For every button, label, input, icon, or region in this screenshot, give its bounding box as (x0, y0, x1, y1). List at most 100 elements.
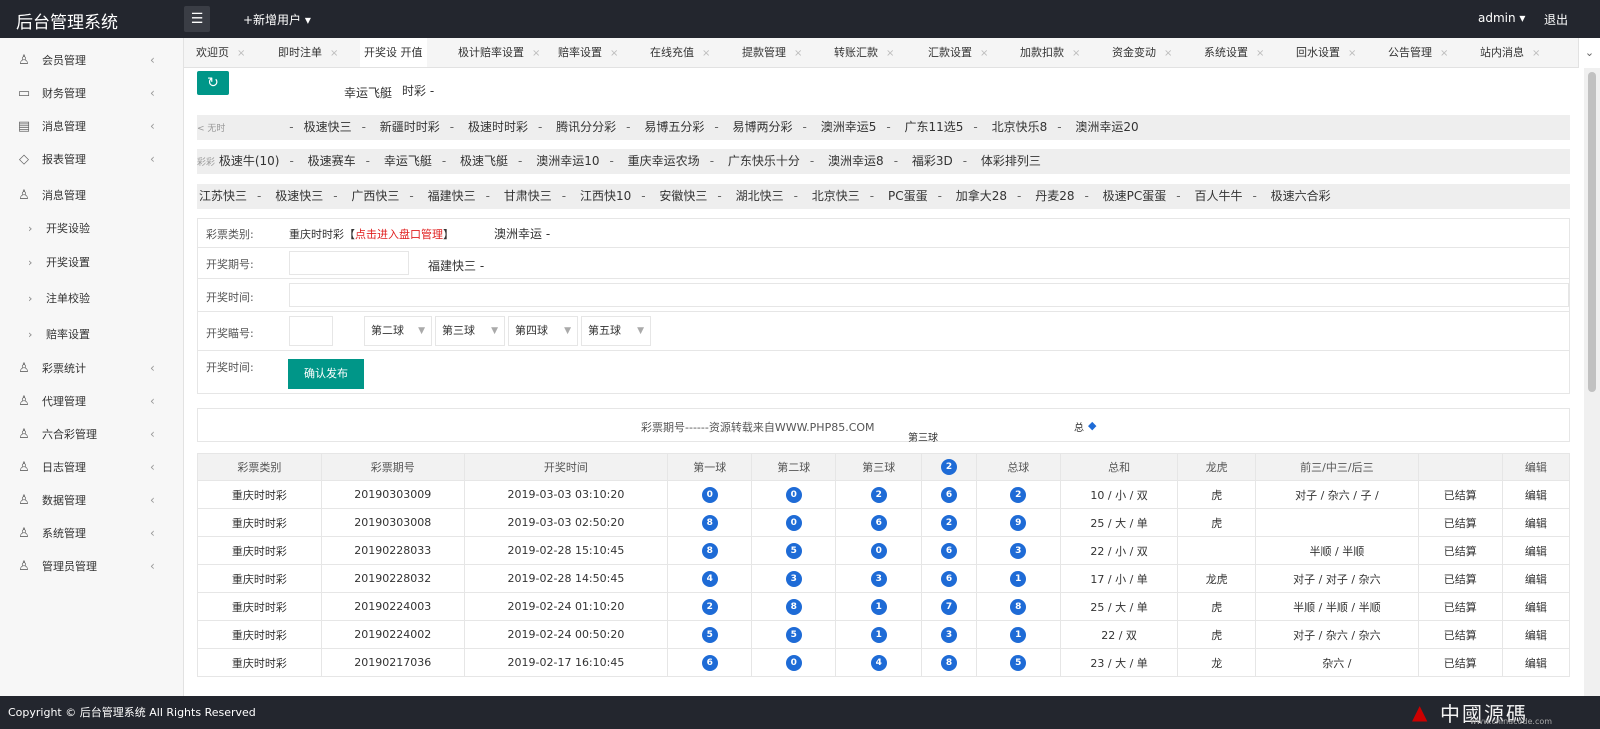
lottery-link[interactable]: 江苏快三 (199, 189, 247, 203)
sidebar-item-system[interactable]: ♙ 系统管理 ‹ (0, 517, 184, 550)
scrollbar[interactable] (1584, 68, 1600, 696)
tab-inbox[interactable]: 站内消息 × (1480, 38, 1540, 67)
publish-button[interactable]: 确认发布 (288, 359, 364, 389)
sidebar-item-agent[interactable]: ♙ 代理管理 ‹ (0, 385, 184, 418)
lottery-link[interactable]: 澳洲幸运20 (1075, 120, 1138, 134)
lottery-manage-link[interactable]: 点击进入盘口管理 (355, 228, 443, 241)
edit-link[interactable]: 编辑 (1501, 536, 1571, 565)
close-icon[interactable]: × (980, 48, 988, 59)
sidebar-item-message2[interactable]: ♙ 消息管理 (0, 179, 184, 212)
lottery-link[interactable]: 北京快三 (812, 189, 860, 203)
lottery-link[interactable]: 广东11选5 (905, 120, 964, 134)
tab-remit-setting[interactable]: 汇款设置 × (928, 38, 988, 67)
lottery-link[interactable]: 幸运飞艇 (384, 154, 432, 168)
lottery-link[interactable]: 广西快三 (351, 189, 399, 203)
close-icon[interactable]: × (794, 48, 802, 59)
tab-notice[interactable]: 公告管理 × (1388, 38, 1448, 67)
close-icon[interactable]: × (886, 48, 894, 59)
tab-welcome[interactable]: 欢迎页 × (196, 38, 245, 67)
lottery-link[interactable]: PC蛋蛋 (888, 189, 928, 203)
sidebar-sub-item[interactable]: › 注单校验 (0, 281, 184, 317)
lottery-link[interactable]: 极速赛车 (308, 154, 356, 168)
edit-link[interactable]: 编辑 (1501, 620, 1571, 649)
tab-rebate[interactable]: 回水设置 × (1296, 38, 1356, 67)
edit-link[interactable]: 编辑 (1501, 508, 1571, 537)
lottery-link[interactable]: 极速牛(10) (219, 154, 280, 168)
tab-limit-odds[interactable]: 极计赔率设置 × (458, 38, 540, 67)
tab-withdraw[interactable]: 提款管理 × (742, 38, 802, 67)
tab-draw-setting[interactable]: 开奖设 开值 (360, 38, 427, 67)
lottery-link[interactable]: 极速快三 (304, 120, 352, 134)
lottery-link[interactable]: 极速六合彩 (1271, 189, 1331, 203)
lottery-link[interactable]: 湖北快三 (736, 189, 784, 203)
sidebar-item-log[interactable]: ♙ 日志管理 ‹ (0, 451, 184, 484)
lottery-link[interactable]: 丹麦28 (1035, 189, 1074, 203)
close-icon[interactable]: × (1256, 48, 1264, 59)
lottery-link[interactable]: 加拿大28 (956, 189, 1007, 203)
close-icon[interactable]: × (610, 48, 618, 59)
menu-toggle-icon[interactable]: ☰ (184, 6, 210, 32)
lottery-link[interactable]: 极速快三 (275, 189, 323, 203)
close-icon[interactable]: × (702, 48, 710, 59)
tab-dropdown-icon[interactable]: ⌄ (1578, 38, 1600, 68)
tab-odds[interactable]: 赔率设置 × (558, 38, 618, 67)
close-icon[interactable]: × (330, 48, 338, 59)
tab-instant-bets[interactable]: 即时注单 × (278, 38, 338, 67)
tab-system-setting[interactable]: 系统设置 × (1204, 38, 1264, 67)
second-ball-select[interactable]: 第二球 ▼ (364, 316, 432, 346)
close-icon[interactable]: × (237, 48, 245, 59)
refresh-icon[interactable]: ↻ (197, 71, 229, 95)
period-input[interactable] (289, 251, 409, 275)
lottery-link[interactable]: 澳洲幸运10 (536, 154, 599, 168)
close-icon[interactable]: × (1072, 48, 1080, 59)
time-input[interactable] (289, 283, 1569, 307)
lottery-link[interactable]: 极速时时彩 (468, 120, 528, 134)
edit-link[interactable]: 编辑 (1501, 648, 1571, 677)
first-ball-select[interactable] (289, 316, 333, 346)
tab-transfer[interactable]: 转账汇款 × (834, 38, 894, 67)
sidebar-item-admin[interactable]: ♙ 管理员管理 ‹ (0, 550, 184, 583)
fourth-ball-select[interactable]: 第四球 ▼ (508, 316, 578, 346)
fifth-ball-select[interactable]: 第五球 ▼ (581, 316, 651, 346)
third-ball-select[interactable]: 第三球 ▼ (435, 316, 505, 346)
lottery-link[interactable]: 澳洲幸运5 (821, 120, 877, 134)
period-search-input[interactable] (883, 413, 1003, 437)
lottery-link[interactable]: 安徽快三 (659, 189, 707, 203)
lottery-link[interactable]: 广东快乐十分 (728, 154, 800, 168)
edit-link[interactable]: 编辑 (1501, 564, 1571, 593)
user-menu[interactable]: admin ▾ (1478, 11, 1525, 25)
lottery-link[interactable]: 福彩3D (912, 154, 953, 168)
search-icon[interactable]: ◆ (1088, 419, 1096, 432)
close-icon[interactable]: × (1164, 48, 1172, 59)
lottery-link[interactable]: 福建快三 (428, 189, 476, 203)
close-icon[interactable]: × (532, 48, 540, 59)
lottery-link[interactable]: 江西快10 (580, 189, 631, 203)
tab-fund-change[interactable]: 资金变动 × (1112, 38, 1172, 67)
tab-deposit[interactable]: 在线充值 × (650, 38, 710, 67)
close-icon[interactable]: × (1440, 48, 1448, 59)
sidebar-item-finance[interactable]: ▭ 财务管理 ‹ (0, 77, 184, 110)
tab-adjust[interactable]: 加款扣款 × (1020, 38, 1080, 67)
lottery-link[interactable]: 腾讯分分彩 (556, 120, 616, 134)
lottery-link[interactable]: 极速PC蛋蛋 (1103, 189, 1167, 203)
lottery-link[interactable]: 易博两分彩 (733, 120, 793, 134)
lottery-link[interactable]: 百人牛牛 (1194, 189, 1242, 203)
sidebar-sub-item[interactable]: › 开奖设置 (0, 245, 184, 281)
lottery-link[interactable]: 澳洲幸运8 (828, 154, 884, 168)
sidebar-sub-item[interactable]: › 赔率设置 (0, 317, 184, 353)
sidebar-item-report[interactable]: ◇ 报表管理 ‹ (0, 143, 184, 176)
sidebar-item-lottery-stats[interactable]: ♙ 彩票统计 ‹ (0, 352, 184, 385)
lottery-link[interactable]: 北京快乐8 (992, 120, 1048, 134)
add-user-menu[interactable]: +新增用户 ▾ (243, 11, 311, 28)
edit-link[interactable]: 编辑 (1501, 592, 1571, 621)
lottery-link[interactable]: 新疆时时彩 (380, 120, 440, 134)
close-icon[interactable]: × (1348, 48, 1356, 59)
lottery-link[interactable]: 易博五分彩 (644, 120, 704, 134)
lottery-link[interactable]: 体彩排列三 (981, 154, 1041, 168)
lottery-link[interactable]: 极速飞艇 (460, 154, 508, 168)
lottery-link[interactable]: 甘肃快三 (504, 189, 552, 203)
scroll-thumb[interactable] (1588, 72, 1596, 392)
lottery-link[interactable]: 重庆幸运农场 (628, 154, 700, 168)
sidebar-item-mark-six[interactable]: ♙ 六合彩管理 ‹ (0, 418, 184, 451)
logout-link[interactable]: 退出 (1544, 11, 1568, 28)
